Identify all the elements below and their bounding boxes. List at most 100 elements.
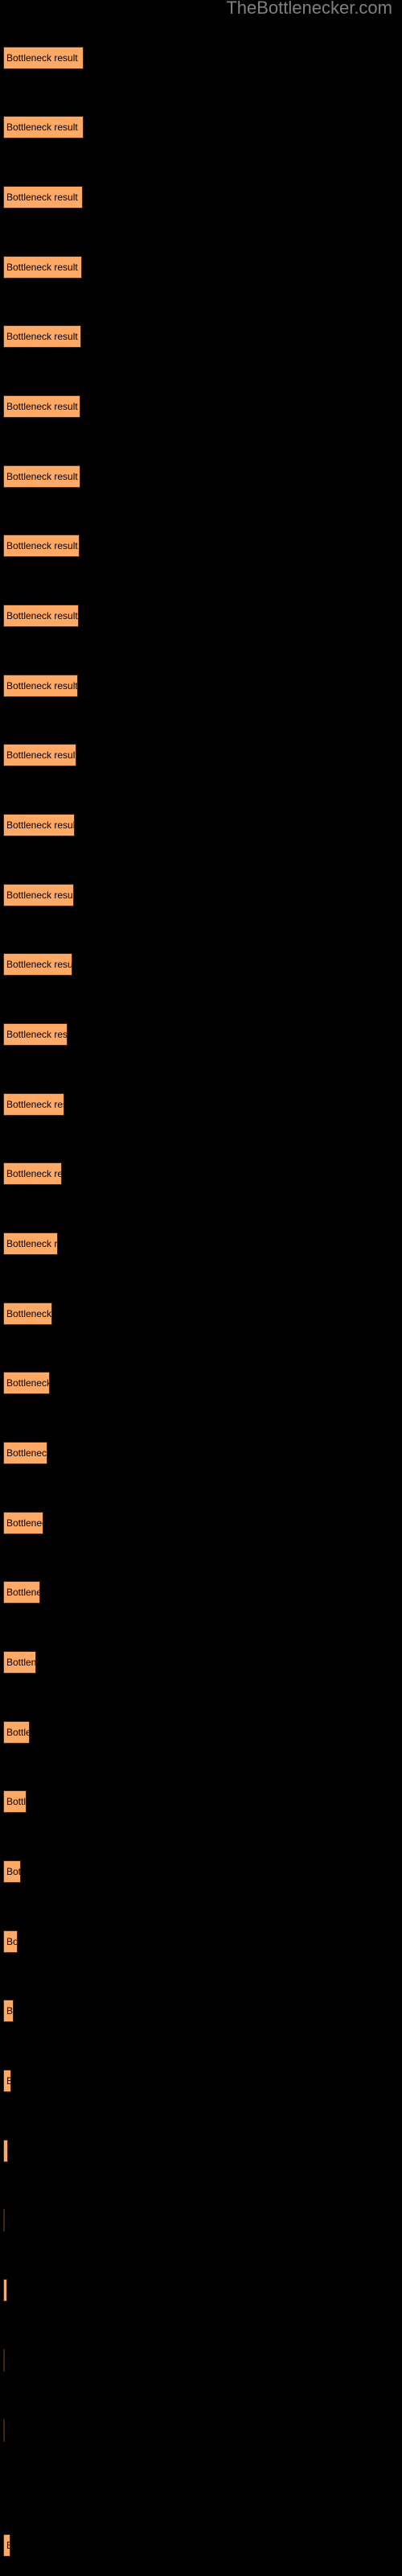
bar-label: Bottleneck result (6, 1447, 47, 1459)
bar-label: Bottleneck result (6, 331, 78, 342)
bar-label: Bottleneck result (6, 959, 72, 970)
bar-row: Bottleneck result (0, 2349, 402, 2372)
bar-label: Bottleneck result (6, 1866, 21, 1877)
bar-row: Bottleneck result (0, 1093, 402, 1116)
bars-layer: Bottleneck result Bottleneck result Bottle… (0, 0, 402, 2576)
bar-row: Bottleneck result (0, 116, 402, 138)
bar-label: Bottleneck result (6, 680, 78, 691)
bar-row: Bottleneck result (0, 2140, 402, 2162)
bar-label: Bottleneck result (6, 610, 78, 621)
bar-row: Bottleneck result (0, 1162, 402, 1185)
bar[interactable]: Bottleneck result (3, 953, 72, 976)
bar[interactable]: Bottleneck result (3, 1372, 50, 1394)
bar-row: Bottleneck result (0, 186, 402, 208)
bar[interactable]: Bottleneck result (3, 186, 83, 208)
bar-label: Bottleneck result (6, 890, 74, 901)
bar-row: Bottleneck result (0, 465, 402, 488)
bar-row: Bottleneck result (0, 1581, 402, 1604)
bar[interactable]: Bottleneck result (3, 884, 74, 906)
bar-label: Bottleneck result (6, 540, 78, 551)
bar[interactable]: Bottleneck result (3, 325, 81, 348)
bar[interactable]: Bottleneck result (3, 465, 80, 488)
bar[interactable]: Bottleneck result (3, 1651, 36, 1674)
bar-row: Bottleneck result (0, 535, 402, 557)
bar[interactable]: Bottleneck result (3, 2419, 5, 2442)
bar-row: Bottleneck result (0, 2534, 402, 2557)
bar-label: Bottleneck result (6, 819, 75, 831)
bar-row: Bottleneck result (0, 1651, 402, 1674)
bar-label: Bottleneck result (6, 1587, 39, 1598)
bar-label: Bottleneck result (6, 1657, 36, 1668)
bar-label: Bottleneck result (6, 2075, 10, 2087)
bar[interactable]: Bottleneck result (3, 1512, 43, 1534)
bar[interactable]: Bottleneck result (3, 2070, 11, 2092)
bar[interactable]: Bottleneck result (3, 744, 76, 766)
bar[interactable]: Bottleneck result (3, 535, 80, 557)
bar-label: Bottleneck result (6, 2145, 7, 2157)
bar-row: Bottleneck result (0, 884, 402, 906)
bar[interactable]: Bottleneck result (3, 1930, 18, 1953)
bar-label: Bottleneck result (6, 2005, 14, 2017)
bar-label: Bottleneck result (6, 749, 76, 761)
bar[interactable]: Bottleneck result (3, 1860, 21, 1883)
bar-label: Bottleneck result (6, 1308, 52, 1319)
bar-label: Bottleneck result (6, 1936, 18, 1947)
bar-label: Bottleneck result (6, 122, 78, 133)
bar[interactable]: Bottleneck result (3, 1721, 30, 1744)
bar-label: Bottleneck result (6, 2540, 10, 2551)
bar[interactable]: Bottleneck result (3, 2000, 14, 2022)
bar[interactable]: Bottleneck result (3, 1023, 68, 1046)
bar[interactable]: Bottleneck result (3, 116, 84, 138)
bar[interactable]: Bottleneck result (3, 1790, 27, 1813)
bar[interactable]: Bottleneck result (3, 2534, 10, 2557)
bar-row: Bottleneck result (0, 2000, 402, 2022)
bar-row: Bottleneck result (0, 395, 402, 418)
bar-label: Bottleneck result (6, 2285, 7, 2296)
bar-row: Bottleneck result (0, 605, 402, 627)
bar-row: Bottleneck result (0, 47, 402, 69)
bar[interactable]: Bottleneck result (3, 1302, 52, 1325)
bar-label: Bottleneck result (6, 1099, 64, 1110)
bar-label: Bottleneck result (6, 1727, 29, 1738)
bar[interactable]: Bottleneck result (3, 2349, 5, 2372)
bar[interactable]: Bottleneck result (3, 605, 79, 627)
bar-row: Bottleneck result (0, 675, 402, 697)
bar-row: Bottleneck result (0, 1442, 402, 1464)
bar-label: Bottleneck result (6, 192, 78, 203)
bar-row: Bottleneck result (0, 1372, 402, 1394)
bar-row: Bottleneck result (0, 2279, 402, 2301)
bar-row: Bottleneck result (0, 744, 402, 766)
bar-row: Bottleneck result (0, 814, 402, 836)
bottleneck-chart: TheBottlenecker.com Bottleneck result Bot… (0, 0, 402, 2576)
bar-label: Bottleneck result (6, 1796, 27, 1807)
bar-row: Bottleneck result (0, 2419, 402, 2442)
bar-row: Bottleneck result (0, 1721, 402, 1744)
bar-label: Bottleneck result (6, 1377, 50, 1389)
bar-row: Bottleneck result (0, 1232, 402, 1255)
bar-label: Bottleneck result (6, 262, 78, 273)
bar[interactable]: Bottleneck result (3, 2279, 7, 2301)
bar[interactable]: Bottleneck result (3, 47, 84, 69)
bar[interactable]: Bottleneck result (3, 675, 78, 697)
bar[interactable]: Bottleneck result (3, 2209, 5, 2231)
bar-label: Bottleneck result (6, 401, 78, 412)
bar[interactable]: Bottleneck result (3, 1093, 64, 1116)
bar[interactable]: Bottleneck result (3, 814, 75, 836)
bar-label: Bottleneck result (6, 52, 78, 64)
bar-row: Bottleneck result (0, 953, 402, 976)
bar-row: Bottleneck result (0, 1302, 402, 1325)
bar-label: Bottleneck result (6, 1238, 58, 1249)
bar[interactable]: Bottleneck result (3, 1232, 58, 1255)
bar[interactable]: Bottleneck result (3, 1581, 40, 1604)
bar-label: Bottleneck result (6, 1517, 43, 1529)
bar[interactable]: Bottleneck result (3, 1442, 47, 1464)
bar-row: Bottleneck result (0, 2209, 402, 2231)
bar[interactable]: Bottleneck result (3, 395, 80, 418)
bar-row: Bottleneck result (0, 1023, 402, 1046)
bar-row: Bottleneck result (0, 1860, 402, 1883)
bar[interactable]: Bottleneck result (3, 2140, 8, 2162)
bar[interactable]: Bottleneck result (3, 256, 82, 279)
bar-label: Bottleneck result (6, 1168, 61, 1179)
bar-row: Bottleneck result (0, 2070, 402, 2092)
bar[interactable]: Bottleneck result (3, 1162, 62, 1185)
